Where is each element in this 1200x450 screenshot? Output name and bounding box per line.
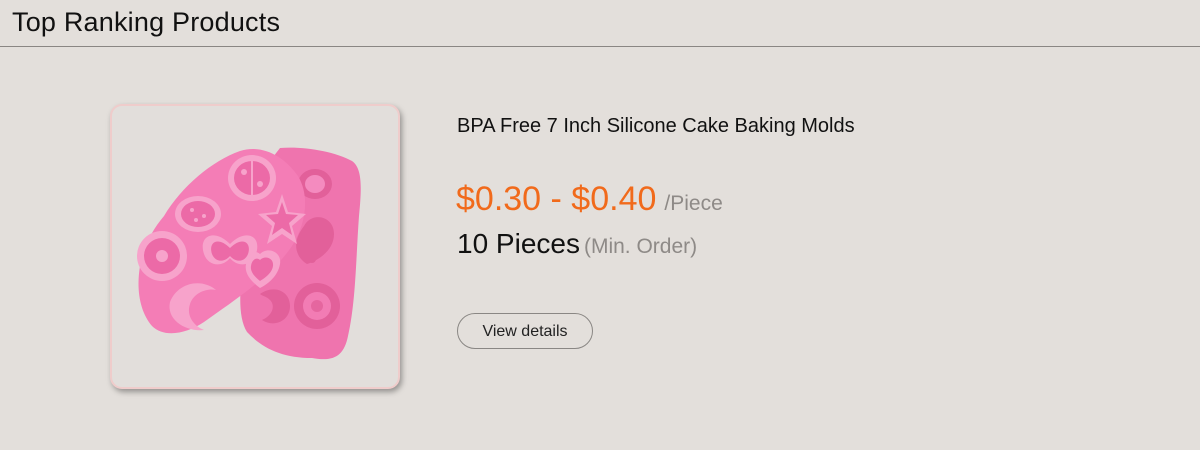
section-header: Top Ranking Products xyxy=(0,0,1200,47)
silicone-cake-mold-image xyxy=(137,147,361,360)
price-row: $0.30 - $0.40/Piece xyxy=(456,180,723,219)
min-order-row: 10 Pieces (Min. Order) xyxy=(457,228,697,260)
view-details-button[interactable]: View details xyxy=(457,313,593,349)
product-card: BPA Free 7 Inch Silicone Cake Baking Mol… xyxy=(0,47,1200,450)
min-order-label: (Min. Order) xyxy=(583,235,698,258)
min-order-quantity: 10 Pieces xyxy=(457,228,580,259)
product-title[interactable]: BPA Free 7 Inch Silicone Cake Baking Mol… xyxy=(457,115,855,138)
section-title: Top Ranking Products xyxy=(12,7,281,37)
price-unit: /Piece xyxy=(664,192,723,215)
price-range: $0.30 - $0.40 xyxy=(456,180,657,218)
product-image[interactable] xyxy=(110,104,400,389)
